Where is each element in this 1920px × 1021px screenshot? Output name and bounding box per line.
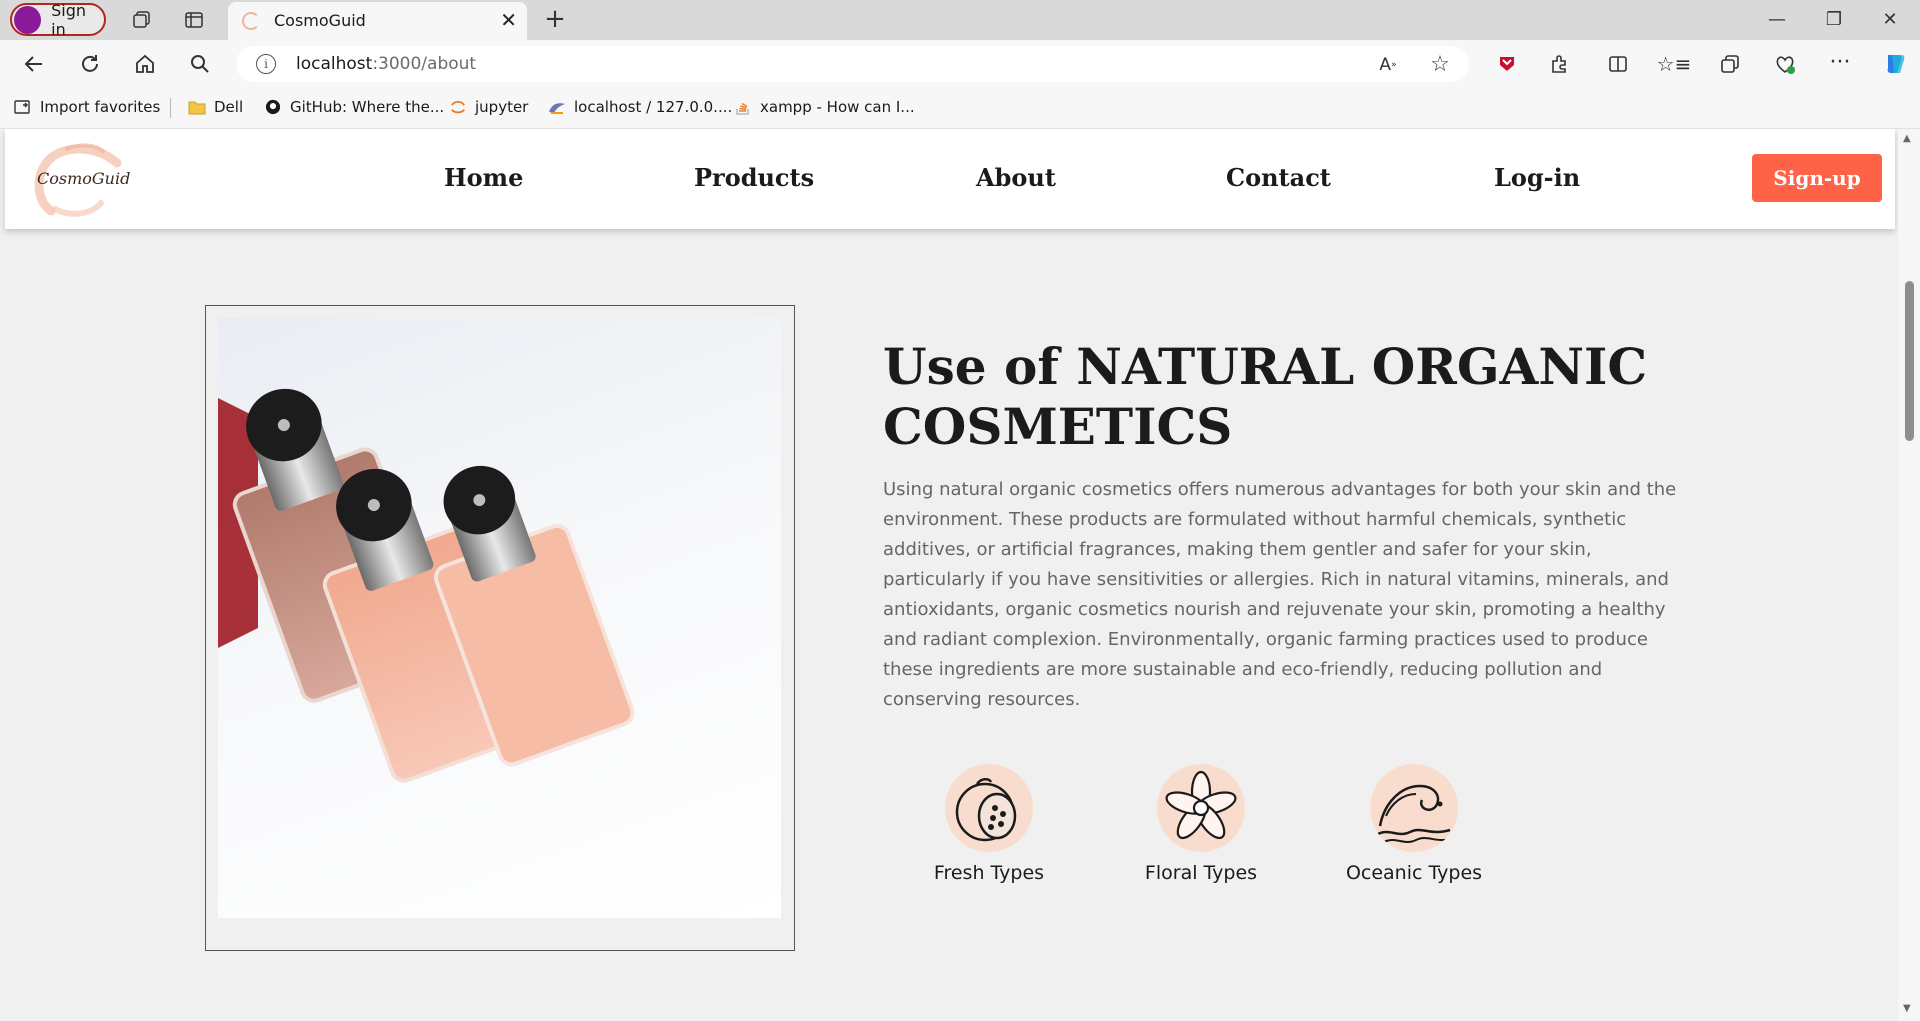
read-aloud-icon[interactable]: A» <box>1376 53 1400 77</box>
feature-floral: Floral Types <box>1101 764 1301 884</box>
search-icon[interactable] <box>186 50 214 78</box>
signin-label: Sign in <box>51 0 87 39</box>
import-icon <box>14 100 30 114</box>
workspaces-icon[interactable] <box>128 6 156 34</box>
fruit-icon <box>945 764 1033 852</box>
copilot-icon[interactable] <box>1880 49 1910 79</box>
browser-essentials-icon[interactable] <box>1771 50 1799 78</box>
bookmark-label: Import favorites <box>40 98 161 116</box>
tab-title: CosmoGuid <box>274 11 366 30</box>
refresh-icon[interactable] <box>76 50 104 78</box>
tab-cosmoguid[interactable]: CosmoGuid ✕ <box>228 2 527 40</box>
bookmark-divider <box>170 98 171 118</box>
bookmark-label: GitHub: Where the... <box>290 98 445 116</box>
scroll-down-icon[interactable]: ▼ <box>1903 1003 1911 1014</box>
site-info-icon[interactable]: i <box>256 54 276 74</box>
more-options-icon[interactable]: ··· <box>1826 48 1854 76</box>
feature-oceanic: Oceanic Types <box>1314 764 1514 884</box>
site-logo[interactable]: CosmoGuid <box>31 141 131 221</box>
bookmarks-bar: Import favorites Dell GitHub: Where the.… <box>0 88 1920 129</box>
nail-polish-bottles-illustration <box>218 388 635 783</box>
stackoverflow-icon <box>736 102 749 115</box>
nav-about[interactable]: About <box>976 163 1056 192</box>
minimize-icon[interactable]: — <box>1757 4 1797 34</box>
github-icon <box>265 99 281 115</box>
about-body-text: Using natural organic cosmetics offers n… <box>883 479 1677 710</box>
close-tab-icon[interactable]: ✕ <box>500 8 517 32</box>
restore-icon[interactable]: ❐ <box>1814 4 1854 34</box>
nav-products[interactable]: Products <box>694 163 814 192</box>
browser-tab-bar: Sign in CosmoGuid ✕ + — ❐ ✕ <box>0 0 1920 40</box>
new-tab-icon[interactable]: + <box>540 4 570 34</box>
scroll-up-icon[interactable]: ▲ <box>1903 133 1911 144</box>
feature-label: Fresh Types <box>933 862 1045 884</box>
bookmark-label: xampp - How can I... <box>760 98 915 116</box>
site-favicon-icon <box>242 12 260 30</box>
tab-actions-icon[interactable] <box>180 6 208 34</box>
bookmark-import-favorites[interactable]: Import favorites <box>14 98 160 116</box>
jupyter-icon <box>451 101 465 114</box>
phpmyadmin-icon <box>549 103 565 114</box>
bookmark-label: localhost / 127.0.0.... <box>574 98 733 116</box>
feature-fresh: Fresh Types <box>889 764 1089 884</box>
nail-polish-photo <box>218 318 781 918</box>
about-headline: Use of NATURAL ORGANIC COSMETICS <box>883 337 1648 456</box>
folder-icon <box>188 101 206 115</box>
nav-contact[interactable]: Contact <box>1226 163 1331 192</box>
browser-toolbar: i localhost:3000/about A» ☆ ☆≡ ··· <box>0 40 1920 88</box>
page-viewport: CosmoGuid Home Products About Contact Lo… <box>0 129 1898 1021</box>
back-icon[interactable] <box>20 50 48 78</box>
favorites-icon[interactable]: ☆≡ <box>1657 50 1692 78</box>
bookmark-jupyter[interactable]: jupyter <box>449 98 528 116</box>
site-header: CosmoGuid Home Products About Contact Lo… <box>5 129 1895 229</box>
bookmark-github[interactable]: GitHub: Where the... <box>264 98 444 116</box>
scrollbar-thumb[interactable] <box>1905 281 1914 441</box>
address-bar[interactable]: i localhost:3000/about A» ☆ <box>236 46 1469 82</box>
bookmark-label: Dell <box>214 98 244 116</box>
wave-icon <box>1370 764 1458 852</box>
nav-login[interactable]: Log-in <box>1494 163 1580 192</box>
split-screen-icon[interactable] <box>1604 50 1632 78</box>
bookmark-xampp[interactable]: xampp - How can I... <box>734 98 915 116</box>
avatar <box>14 5 42 34</box>
feature-label: Floral Types <box>1144 862 1258 884</box>
flower-icon <box>1157 764 1245 852</box>
url-text: localhost:3000/about <box>296 54 477 74</box>
nav-home[interactable]: Home <box>444 163 523 192</box>
bookmark-label: jupyter <box>475 98 529 116</box>
about-image-frame <box>205 305 795 951</box>
mcafee-extension-icon[interactable] <box>1493 50 1521 78</box>
extensions-icon[interactable] <box>1545 50 1573 78</box>
bookmark-dell[interactable]: Dell <box>188 98 243 116</box>
logo-text: CosmoGuid <box>37 169 131 188</box>
collections-icon[interactable] <box>1716 50 1744 78</box>
page-scrollbar[interactable]: ▲ ▼ <box>1898 129 1920 1021</box>
profile-signin-button[interactable]: Sign in <box>10 0 106 39</box>
window-close-icon[interactable]: ✕ <box>1870 4 1910 34</box>
feature-label: Oceanic Types <box>1345 862 1483 884</box>
favorite-star-icon[interactable]: ☆ <box>1428 52 1452 77</box>
signup-button[interactable]: Sign-up <box>1752 154 1882 202</box>
bookmark-localhost[interactable]: localhost / 127.0.0.... <box>548 98 732 116</box>
home-icon[interactable] <box>131 50 159 78</box>
